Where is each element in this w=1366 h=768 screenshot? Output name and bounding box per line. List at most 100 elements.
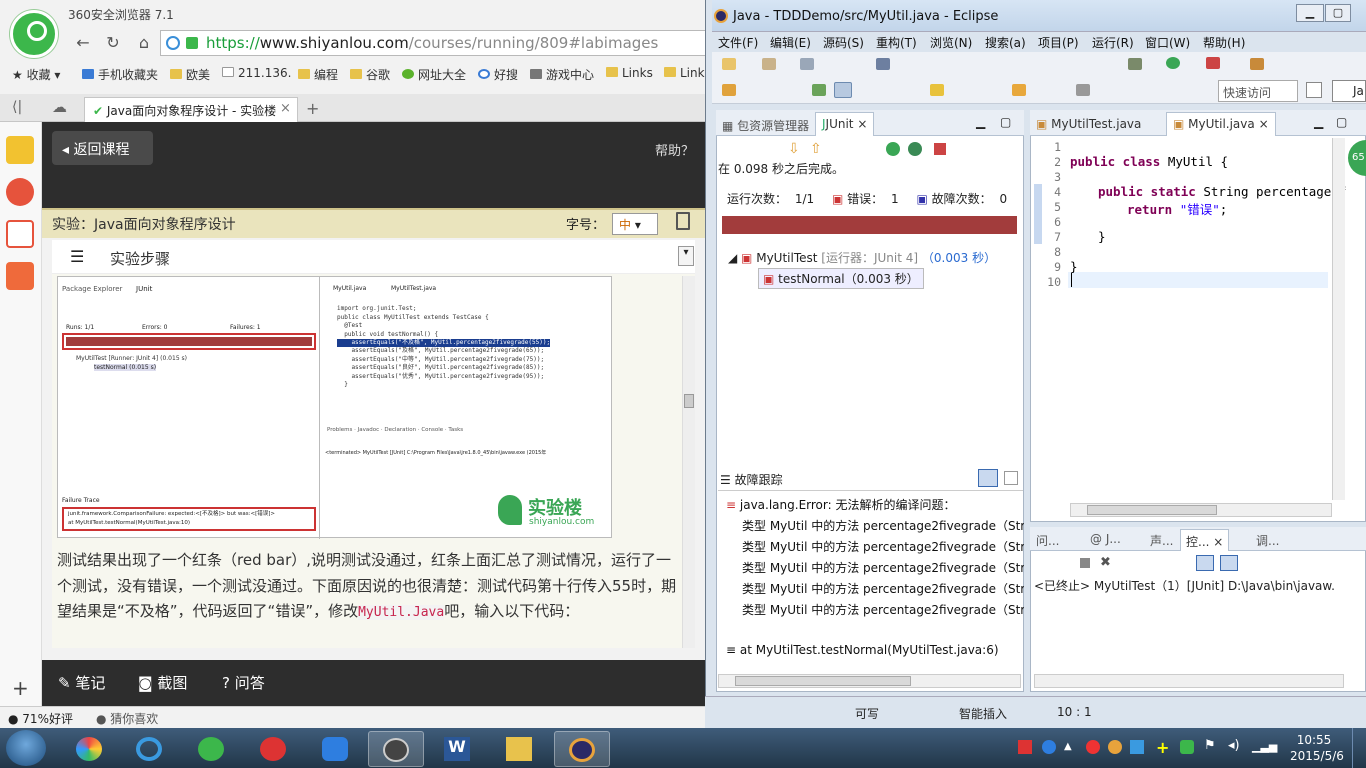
compare-icon[interactable]: [1004, 471, 1018, 485]
home-icon[interactable]: ⌂: [133, 33, 155, 53]
code-line-5[interactable]: return "错误";: [1127, 199, 1227, 218]
tray-flag-icon[interactable]: ⚑: [1204, 738, 1216, 753]
bookmark-item[interactable]: 谷歌: [350, 66, 390, 83]
bookmark-item[interactable]: 好搜: [478, 66, 518, 83]
bookmark-item[interactable]: 网址大全: [402, 66, 466, 83]
taskbar-app-word-icon[interactable]: W: [430, 731, 486, 767]
taskbar-app-eclipse-badge-icon[interactable]: [368, 731, 424, 767]
code-line-4[interactable]: public static String percentage2f: [1098, 184, 1346, 199]
menu-window[interactable]: 窗口(W): [1145, 34, 1190, 51]
trace-line[interactable]: ≡ java.lang.Error: 无法解析的编译问题：: [726, 496, 1008, 513]
menu-navigate[interactable]: 浏览(N): [930, 34, 972, 51]
back-arrow-icon[interactable]: ←: [72, 33, 94, 53]
trace-line[interactable]: 类型 MyUtil 中的方法 percentage2fivegrade（Stri: [742, 517, 1024, 534]
menu-file[interactable]: 文件(F): [718, 34, 758, 51]
tab-problems[interactable]: 问...: [1036, 532, 1059, 549]
code-line-2[interactable]: public class MyUtil {: [1070, 154, 1228, 169]
back-arrow-icon[interactable]: [1012, 84, 1026, 96]
word-wrap-icon[interactable]: [1220, 555, 1238, 571]
taskbar-app-note-icon[interactable]: [308, 731, 364, 767]
java-perspective-button[interactable]: Ja: [1332, 80, 1366, 102]
menu-source[interactable]: 源码(S): [823, 34, 864, 51]
tray-expand-icon[interactable]: ▲: [1064, 741, 1072, 752]
remove-launch-icon[interactable]: ✖: [1100, 555, 1111, 570]
menu-help[interactable]: 帮助(H): [1203, 34, 1245, 51]
tray-icon[interactable]: [1018, 740, 1032, 754]
font-size-select[interactable]: 中 ▾: [612, 213, 658, 235]
tray-app-icon[interactable]: [1108, 740, 1122, 754]
close-tab-icon[interactable]: ×: [280, 101, 291, 116]
browser-tab-active[interactable]: ✔ Java面向对象程序设计 - 实验楼: [84, 97, 298, 122]
tray-network-icon[interactable]: [1130, 740, 1144, 754]
taskbar-app-360-browser-icon[interactable]: [184, 731, 240, 767]
new-tab-icon[interactable]: +: [306, 99, 319, 118]
trace-line[interactable]: 类型 MyUtil 中的方法 percentage2fivegrade（Stri: [742, 559, 1024, 576]
annotation-next-icon[interactable]: [930, 84, 944, 96]
console-hscrollbar[interactable]: [1034, 674, 1344, 688]
tab-myutil[interactable]: ▣ MyUtil.java ×: [1166, 112, 1276, 136]
guess-text[interactable]: ● 猜你喜欢: [96, 710, 158, 727]
taskbar-app-eclipse-icon[interactable]: [554, 731, 610, 767]
tab-package-explorer[interactable]: ▦ 包资源管理器: [722, 117, 809, 134]
steps-dropdown[interactable]: ▾: [678, 246, 694, 266]
trace-line[interactable]: 类型 MyUtil 中的方法 percentage2fivegrade（Stri: [742, 580, 1024, 597]
prev-failure-icon[interactable]: ⇧: [810, 141, 822, 157]
trace-hscrollbar[interactable]: [718, 674, 1021, 688]
quick-access-input[interactable]: 快速访问: [1218, 80, 1298, 102]
start-button[interactable]: [6, 730, 46, 766]
taskbar-app-explorer-icon[interactable]: [492, 731, 548, 767]
bookmark-item[interactable]: Link: [664, 66, 705, 80]
help-link[interactable]: 帮助？: [655, 140, 694, 159]
show-desktop-button[interactable]: [1352, 728, 1366, 768]
new-java-icon[interactable]: [762, 58, 776, 70]
menu-edit[interactable]: 编辑(E): [770, 34, 811, 51]
tree-root-item[interactable]: ◢ ▣ MyUtilTest [运行器：JUnit 4] （0.003 秒）: [728, 249, 996, 266]
scroll-lock-icon[interactable]: [1196, 555, 1214, 571]
forward-arrow-icon[interactable]: [1076, 84, 1090, 96]
next-failure-icon[interactable]: ⇩: [788, 141, 800, 157]
search-icon[interactable]: [812, 84, 826, 96]
rating-text[interactable]: ● 71%好评: [8, 710, 73, 727]
cloud-icon[interactable]: ☁: [52, 98, 67, 116]
refresh-icon[interactable]: ↻: [102, 33, 124, 53]
editor-hscrollbar[interactable]: [1070, 503, 1332, 517]
new-class-icon[interactable]: [1250, 58, 1264, 70]
run-external-icon[interactable]: [1206, 57, 1220, 69]
editor-vscrollbar[interactable]: [1332, 138, 1345, 500]
tray-help-icon[interactable]: [1042, 740, 1056, 754]
settings-gear-icon[interactable]: [1128, 58, 1142, 70]
editor-maximize-icon[interactable]: ▢: [1336, 115, 1347, 129]
tab-myutiltest[interactable]: ▣ MyUtilTest.java: [1036, 117, 1141, 131]
rerun-icon[interactable]: [886, 142, 900, 156]
tray-netease-icon[interactable]: [1086, 740, 1100, 754]
add-sidebar-icon[interactable]: +: [12, 676, 29, 700]
menu-search[interactable]: 搜索(a): [985, 34, 1026, 51]
tab-junit[interactable]: JJUnit ×: [815, 112, 875, 136]
rerun-failed-icon[interactable]: [908, 142, 922, 156]
trace-at-line[interactable]: ≡ at MyUtilTest.testNormal(MyUtilTest.ja…: [726, 643, 1008, 657]
taskbar-app-netease-music-icon[interactable]: [246, 731, 302, 767]
notes-button[interactable]: ✎ 笔记: [58, 672, 105, 693]
tree-child-item[interactable]: ▣ testNormal（0.003 秒）: [758, 268, 924, 289]
code-line-7[interactable]: }: [1098, 229, 1106, 244]
shopping-icon[interactable]: [6, 262, 34, 290]
bookmark-item[interactable]: Links: [606, 66, 653, 80]
tray-signal-icon[interactable]: ▁▃▅: [1252, 740, 1277, 753]
taskbar-app-picasa-icon[interactable]: [62, 731, 118, 767]
document-icon[interactable]: [676, 212, 690, 230]
mark-occurrences-icon[interactable]: [834, 82, 852, 98]
run-icon[interactable]: [1166, 57, 1180, 69]
open-perspective-icon[interactable]: [1306, 82, 1322, 98]
code-line-9[interactable]: }: [1070, 259, 1078, 274]
stop-icon[interactable]: [934, 143, 946, 155]
debug-icon[interactable]: [876, 58, 890, 70]
save-icon[interactable]: [800, 58, 814, 70]
bookmark-item[interactable]: 欧美: [170, 66, 210, 83]
favorite-star-icon[interactable]: [6, 136, 34, 164]
tab-console[interactable]: 控... ×: [1180, 529, 1230, 551]
terminate-icon[interactable]: [1080, 558, 1090, 568]
trace-line[interactable]: 类型 MyUtil 中的方法 percentage2fivegrade（Stri: [742, 601, 1024, 618]
view-maximize-icon[interactable]: ▢: [1000, 115, 1011, 129]
bookmark-item[interactable]: 211.136.: [222, 66, 291, 80]
minimize-button[interactable]: ▁: [1296, 4, 1324, 22]
